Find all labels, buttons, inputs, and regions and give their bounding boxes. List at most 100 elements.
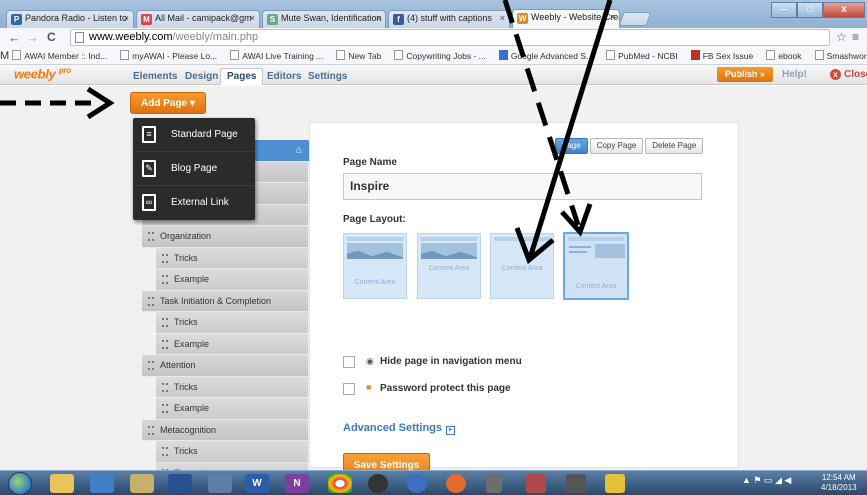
close-editor-link[interactable]: xClose: [830, 69, 867, 80]
layout-option-header[interactable]: Content Area: [343, 233, 407, 299]
menu-item-blog-page[interactable]: ✎ Blog Page: [133, 152, 255, 186]
start-button[interactable]: [8, 472, 32, 495]
bookmark-item[interactable]: ebook: [766, 48, 802, 64]
tab-close-icon[interactable]: ×: [124, 13, 129, 23]
drag-handle-icon[interactable]: [162, 382, 168, 392]
page-item-tricks[interactable]: Tricks: [156, 376, 308, 398]
copy-page-button[interactable]: Copy Page: [589, 138, 644, 154]
tab-label: All Mail - camipack@gm: [155, 13, 252, 23]
drag-handle-icon[interactable]: [148, 361, 154, 370]
bookmark-item[interactable]: AWAI Live Training ...: [230, 48, 323, 64]
page-item-organization[interactable]: Organization: [142, 226, 308, 248]
system-clock[interactable]: 12:54 AM 4/18/2013: [821, 473, 857, 493]
page-item-attention[interactable]: Attention: [142, 355, 308, 377]
bookmark-item[interactable]: Copywriting Jobs - ...: [394, 48, 486, 64]
delete-page-button[interactable]: Delete Page: [645, 138, 704, 154]
page-item-tricks[interactable]: Tricks: [156, 312, 308, 334]
weebly-logo[interactable]: weebly pro: [14, 66, 71, 81]
tab-pages[interactable]: Pages: [220, 68, 264, 85]
word-icon[interactable]: W: [245, 474, 269, 493]
system-tray[interactable]: ▲ ⚑ ▭ ◢ ◀: [742, 475, 791, 486]
bookmark-item[interactable]: AWAI Member :: Ind...: [12, 48, 107, 64]
media-player-icon[interactable]: [90, 474, 114, 493]
browser-tab-pandora[interactable]: P Pandora Radio - Listen to ×: [6, 10, 134, 28]
app-icon[interactable]: [208, 474, 232, 493]
tab-elements[interactable]: Elements: [126, 68, 184, 85]
page-item-tricks[interactable]: Tricks: [156, 247, 308, 269]
drag-handle-icon[interactable]: [162, 275, 168, 284]
tab-close-icon[interactable]: ×: [610, 12, 615, 22]
app-icon[interactable]: [605, 474, 625, 493]
browser-tab-gmail[interactable]: M All Mail - camipack@gm ×: [136, 10, 260, 28]
browser-menu-icon[interactable]: ≡: [852, 30, 859, 44]
tab-close-icon[interactable]: ×: [250, 13, 255, 23]
window-controls: – □ x: [771, 2, 865, 18]
back-arrow-icon[interactable]: ←: [8, 30, 21, 45]
app-icon[interactable]: [168, 474, 192, 493]
layout-option-no-header[interactable]: Content Area: [490, 233, 554, 299]
page-item-tricks[interactable]: Tricks: [156, 441, 308, 463]
drag-handle-icon[interactable]: [148, 425, 154, 435]
layout-option-sidebar[interactable]: Content Area: [563, 232, 629, 300]
drag-handle-icon[interactable]: [148, 296, 154, 306]
drag-handle-icon[interactable]: [162, 318, 168, 327]
tab-close-icon[interactable]: ×: [376, 13, 381, 23]
url-field[interactable]: www.weebly.com/weebly/main.php: [70, 29, 830, 46]
drag-handle-icon[interactable]: [148, 232, 154, 241]
app-icon[interactable]: [526, 474, 546, 493]
page-name-input[interactable]: Inspire: [343, 173, 702, 200]
forward-arrow-icon[interactable]: →: [26, 30, 39, 45]
itunes-icon[interactable]: [407, 474, 427, 493]
page-item-example[interactable]: Example: [156, 398, 308, 420]
page-settings-panel: Page Copy Page Delete Page Page Name Ins…: [309, 122, 739, 478]
maximize-button[interactable]: □: [797, 2, 823, 18]
hide-page-checkbox[interactable]: [343, 356, 355, 368]
drag-handle-icon[interactable]: [162, 404, 168, 413]
bookmark-item[interactable]: PubMed - NCBI: [606, 48, 678, 64]
bookmark-star-icon[interactable]: ☆: [836, 30, 847, 44]
menu-item-standard-page[interactable]: ≡ Standard Page: [133, 118, 255, 152]
bookmark-item[interactable]: Google Advanced S...: [498, 48, 593, 64]
menu-item-external-link[interactable]: ∞ External Link: [133, 186, 255, 220]
edit-page-button[interactable]: Page: [555, 138, 588, 154]
reload-icon[interactable]: C: [47, 30, 56, 44]
drag-handle-icon[interactable]: [162, 447, 168, 456]
bookmark-item[interactable]: New Tab: [336, 48, 381, 64]
app-icon[interactable]: [566, 474, 586, 493]
add-page-button[interactable]: Add Page ▾: [130, 92, 206, 114]
page-item-metacognition[interactable]: Metacognition: [142, 419, 308, 441]
picasa-icon[interactable]: [446, 474, 466, 493]
gmail-bookmark-icon[interactable]: M: [0, 50, 9, 62]
tab-close-icon[interactable]: ×: [500, 13, 505, 23]
app-icon[interactable]: [368, 474, 388, 493]
publish-button[interactable]: Publish »: [717, 67, 774, 82]
browser-tab-swan[interactable]: S Mute Swan, Identification ×: [262, 10, 386, 28]
new-tab-button[interactable]: [618, 12, 652, 26]
drag-handle-icon[interactable]: [162, 339, 168, 349]
page-item-example[interactable]: Example: [156, 269, 308, 291]
app-icon[interactable]: [486, 474, 502, 493]
page-item-task-initiation[interactable]: Task Initiation & Completion: [142, 290, 308, 312]
bookmark-item[interactable]: FB Sex Issue: [690, 48, 753, 64]
window-close-button[interactable]: x: [823, 2, 865, 18]
gmail-favicon-icon: M: [141, 14, 152, 25]
notes-icon[interactable]: [130, 474, 154, 493]
page-item-example[interactable]: Example: [156, 333, 308, 355]
help-link[interactable]: Help!: [782, 69, 807, 80]
onenote-icon[interactable]: N: [285, 474, 309, 493]
bookmark-item[interactable]: Smashwords — Ebo...: [814, 48, 867, 64]
folder-icon[interactable]: [50, 474, 74, 493]
tab-design[interactable]: Design: [178, 68, 225, 85]
browser-tab-weebly[interactable]: W Weebly - Website Creati ×: [512, 9, 620, 28]
advanced-settings-link[interactable]: Advanced Settings ▸: [343, 422, 456, 435]
layout-option-tall-header[interactable]: Content Area: [417, 233, 481, 299]
browser-tab-facebook[interactable]: f (4) stuff with captions ×: [388, 10, 510, 28]
chrome-icon[interactable]: [328, 474, 352, 493]
drag-handle-icon[interactable]: [162, 253, 168, 263]
bookmark-item[interactable]: myAWAI - Please Lo...: [120, 48, 217, 64]
fp-icon: [690, 50, 700, 60]
password-checkbox[interactable]: [343, 383, 355, 395]
weebly-toolbar: weebly pro Elements Design Pages Editors…: [0, 65, 867, 85]
minimize-button[interactable]: –: [771, 2, 797, 18]
tab-settings[interactable]: Settings: [301, 68, 354, 85]
